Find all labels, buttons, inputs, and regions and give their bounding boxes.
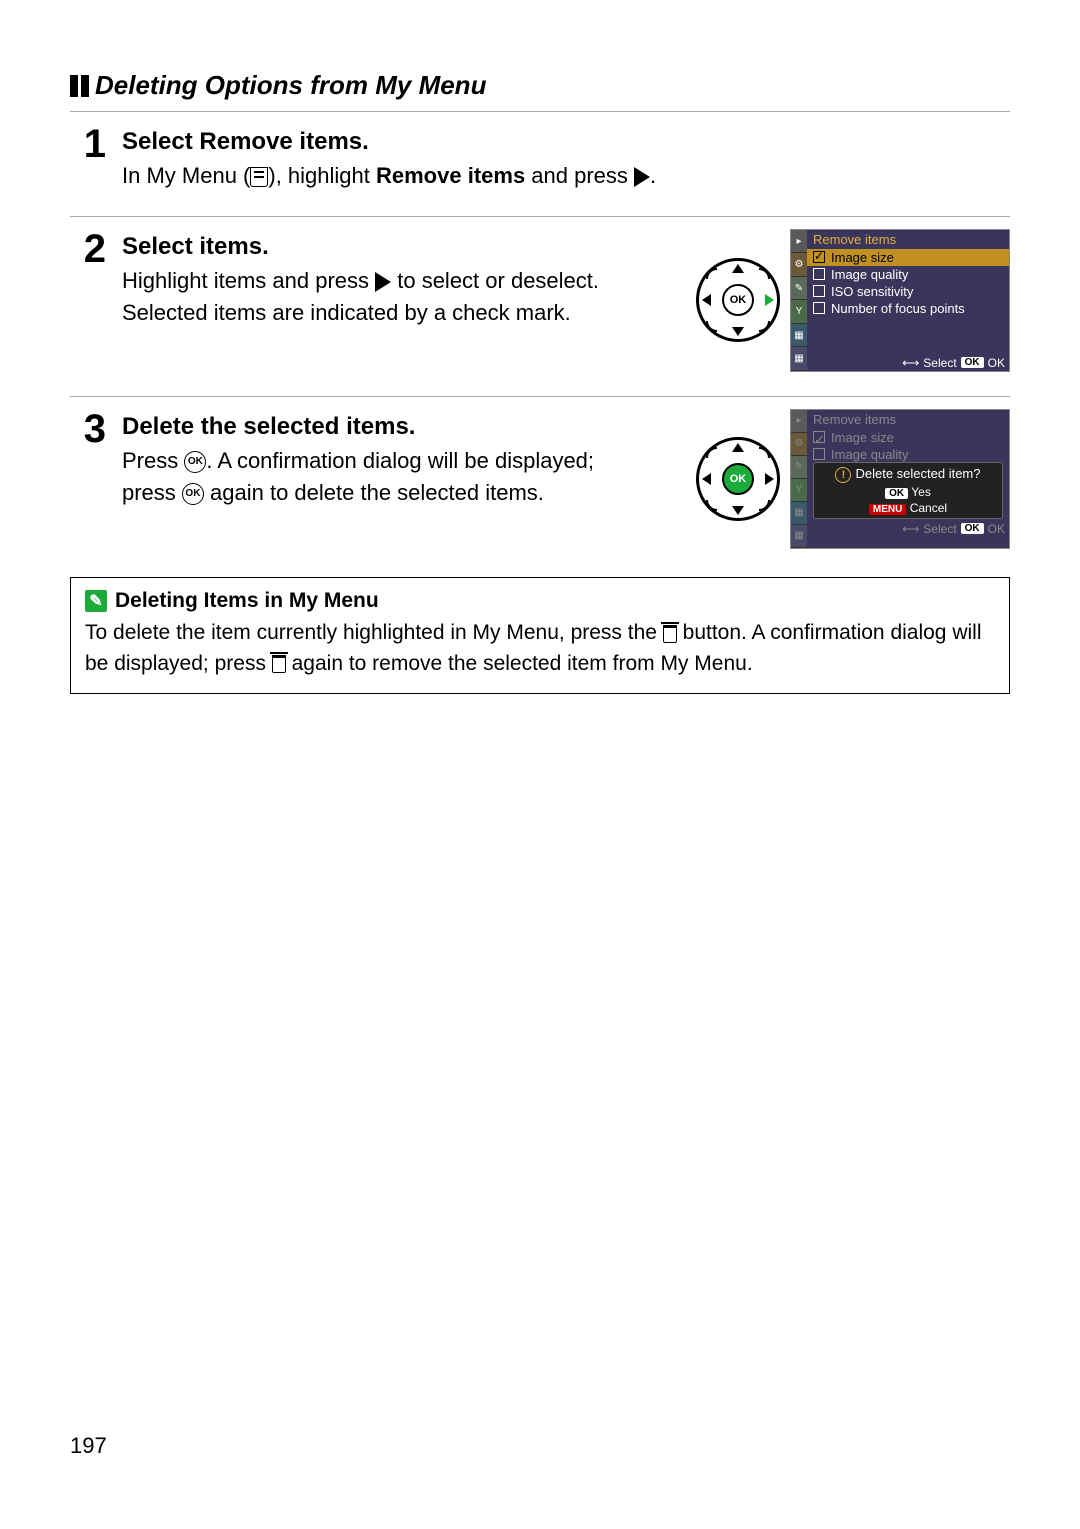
camera-screen-confirm-delete: ▸⚙✎Y▦▦ Remove items ✓ Image size Image q… — [790, 409, 1010, 549]
step-3-text: Press OK. A confirmation dialog will be … — [122, 445, 642, 509]
ok-button-icon: OK — [182, 483, 204, 505]
ok-button-icon: OK — [184, 451, 206, 473]
section-title-text: Deleting Options from My Menu — [95, 70, 486, 101]
checkbox-checked-icon — [813, 251, 825, 263]
checkbox-icon — [813, 268, 825, 280]
ok-pill-icon: OK — [885, 488, 908, 499]
step-2: 2 Select items. Highlight items and pres… — [70, 216, 1010, 396]
lcd2-title: Remove items — [807, 410, 1009, 429]
lcd1-row-focus-points: Number of focus points — [807, 300, 1009, 317]
lcd2-confirm-dialog: !Delete selected item? OK Yes MENU Cance… — [813, 462, 1003, 519]
lcd1-row-iso: ISO sensitivity — [807, 283, 1009, 300]
step-3-number: 3 — [70, 409, 106, 449]
trash-icon — [663, 625, 677, 643]
step-1: 1 Select Remove items. In My Menu (), hi… — [70, 111, 1010, 216]
note-text: To delete the item currently highlighted… — [85, 618, 995, 679]
note-deleting-items: ✎ Deleting Items in My Menu To delete th… — [70, 577, 1010, 694]
lcd1-row-image-quality: Image quality — [807, 266, 1009, 283]
step-1-text: In My Menu (), highlight Remove items an… — [122, 160, 1010, 192]
trash-icon — [272, 655, 286, 673]
selector-ok-label: OK — [722, 463, 754, 495]
section-bars-icon — [70, 75, 89, 97]
page-number: 197 — [70, 1433, 107, 1459]
step-3: 3 Delete the selected items. Press OK. A… — [70, 396, 1010, 573]
lcd1-title: Remove items — [807, 230, 1009, 249]
pencil-icon: ✎ — [85, 590, 107, 612]
ok-pill-icon: OK — [961, 523, 984, 534]
warning-icon: ! — [835, 467, 851, 483]
lcd1-footer: ⟷ Select OK OK — [807, 355, 1009, 371]
ok-pill-icon: OK — [961, 357, 984, 368]
camera-screen-remove-items: ▸⚙✎Y▦▦ Remove items Image size Image qua… — [790, 229, 1010, 372]
checkbox-checked-icon: ✓ — [813, 431, 825, 443]
step-1-number: 1 — [70, 124, 106, 164]
my-menu-icon — [250, 167, 268, 187]
lcd-tab-bar: ▸⚙✎Y▦▦ — [791, 410, 807, 548]
dialog-cancel: MENU Cancel — [869, 501, 947, 515]
lcd2-footer: ⟷ Select OK OK — [807, 521, 1009, 537]
menu-pill-icon: MENU — [869, 504, 906, 515]
section-title: Deleting Options from My Menu — [70, 70, 1010, 101]
checkbox-icon — [813, 285, 825, 297]
lcd2-row-image-size: ✓ Image size — [807, 429, 1009, 446]
multi-selector-right-icon: OK — [696, 258, 780, 342]
step-3-heading: Delete the selected items. — [122, 413, 680, 441]
move-icon: ⟷ — [902, 356, 919, 370]
step-2-text: Highlight items and press to select or d… — [122, 265, 642, 329]
step-2-heading: Select items. — [122, 233, 680, 261]
lcd2-row-image-quality: Image quality — [807, 446, 1009, 462]
lcd1-row-image-size: Image size — [807, 249, 1009, 266]
step-2-number: 2 — [70, 229, 106, 269]
right-triangle-icon — [634, 167, 650, 187]
checkbox-icon — [813, 302, 825, 314]
move-icon: ⟷ — [902, 522, 919, 536]
lcd-tab-bar: ▸⚙✎Y▦▦ — [791, 230, 807, 371]
note-heading: ✎ Deleting Items in My Menu — [85, 586, 995, 616]
step-1-heading: Select Remove items. — [122, 128, 1010, 156]
checkbox-icon — [813, 448, 825, 460]
selector-ok-label: OK — [722, 284, 754, 316]
multi-selector-ok-icon: OK — [696, 437, 780, 521]
dialog-yes: OK Yes — [885, 485, 931, 499]
right-triangle-icon — [375, 272, 391, 292]
